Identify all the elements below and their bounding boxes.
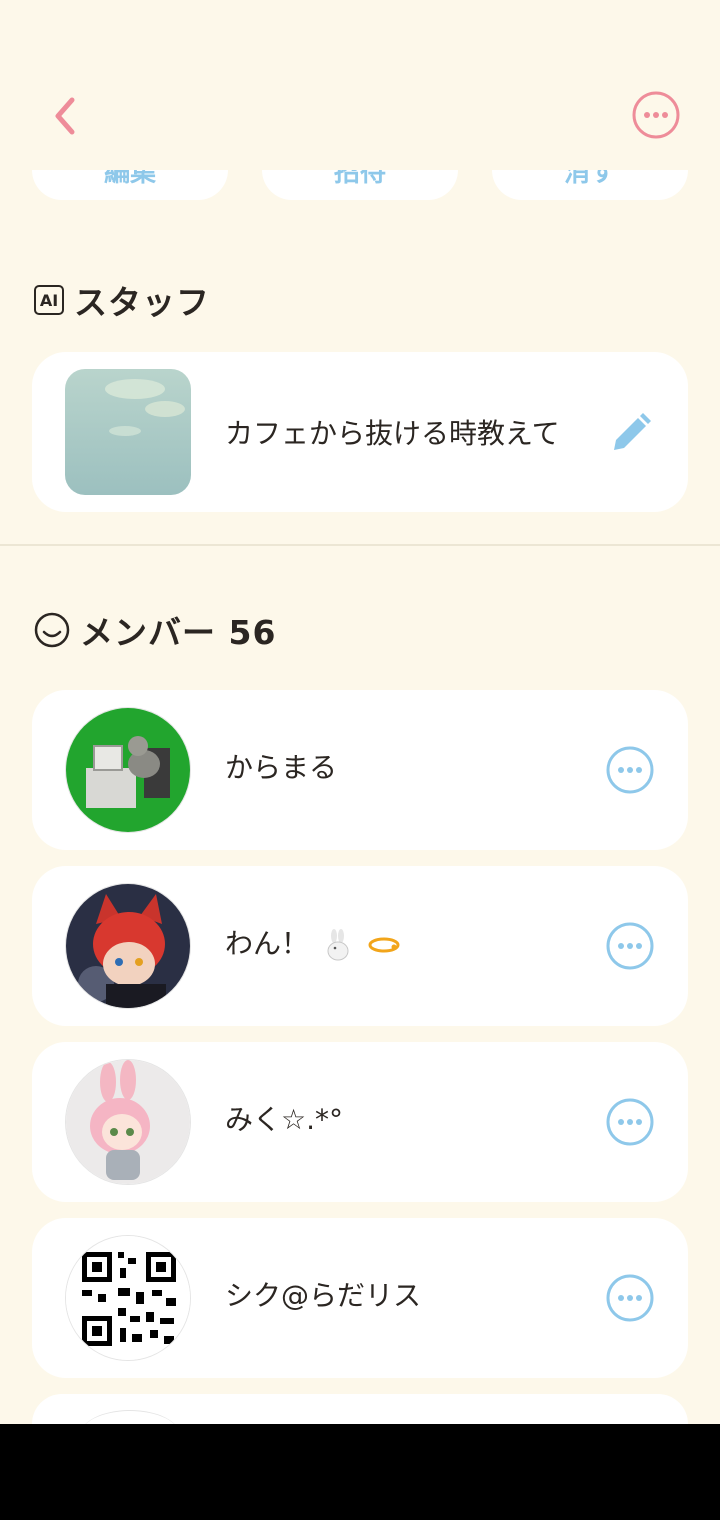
smile-icon — [34, 612, 70, 648]
member-more-button[interactable] — [606, 1274, 654, 1322]
staff-section-title: AI スタッフ — [34, 280, 210, 322]
member-row[interactable]: からまる — [32, 690, 688, 850]
member-name-group: わん！ — [225, 922, 401, 962]
member-avatar — [65, 1235, 191, 1361]
member-name: からまる — [225, 751, 338, 784]
member-avatar — [65, 707, 191, 833]
section-divider — [0, 544, 720, 546]
rabbit-icon — [327, 929, 349, 961]
qr-code-image — [66, 1236, 190, 1360]
staff-item[interactable]: カフェから抜ける時教えて — [32, 352, 688, 512]
back-button[interactable] — [40, 92, 88, 140]
system-nav-bar — [0, 1424, 720, 1520]
members-title: メンバー 56 — [80, 613, 277, 652]
members-section-title: メンバー 56 — [34, 610, 276, 652]
member-more-button[interactable] — [606, 1098, 654, 1146]
member-more-button[interactable] — [606, 746, 654, 794]
pencil-icon — [614, 413, 651, 450]
staff-item-name: カフェから抜ける時教えて — [225, 417, 560, 450]
member-avatar — [65, 1059, 191, 1185]
member-name: みく☆.*° — [225, 1103, 344, 1136]
member-avatar — [65, 883, 191, 1009]
staff-avatar — [65, 369, 191, 495]
staff-title: スタッフ — [74, 283, 210, 322]
ai-badge-icon: AI — [34, 285, 64, 315]
more-options-button[interactable] — [632, 91, 680, 139]
more-icon — [606, 1098, 654, 1146]
more-icon — [606, 1274, 654, 1322]
edit-staff-button[interactable] — [610, 412, 652, 454]
member-name: わん！ — [225, 927, 310, 960]
member-row[interactable]: わん！ — [32, 866, 688, 1026]
member-row[interactable]: シク@らだリス — [32, 1218, 688, 1378]
member-row[interactable]: みく☆.*° — [32, 1042, 688, 1202]
more-icon — [606, 922, 654, 970]
chevron-left-icon — [55, 97, 75, 135]
more-icon — [606, 746, 654, 794]
top-bar — [0, 0, 720, 160]
halo-icon — [368, 937, 400, 953]
more-icon — [632, 91, 680, 139]
member-more-button[interactable] — [606, 922, 654, 970]
member-name: シク@らだリス — [225, 1279, 422, 1312]
